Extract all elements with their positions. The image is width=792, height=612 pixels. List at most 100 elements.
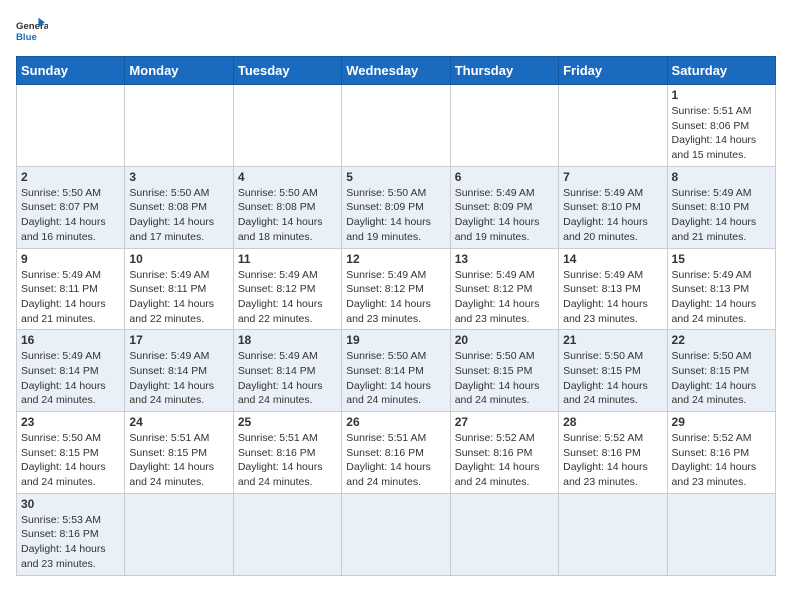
day-info: Sunrise: 5:49 AM Sunset: 8:13 PM Dayligh… [563, 268, 662, 327]
calendar-cell: 28 Sunrise: 5:52 AM Sunset: 8:16 PM Dayli… [559, 412, 667, 494]
day-number: 21 [563, 333, 662, 347]
day-info: Sunrise: 5:52 AM Sunset: 8:16 PM Dayligh… [455, 431, 554, 490]
day-number: 15 [672, 252, 771, 266]
calendar-week-row: 1 Sunrise: 5:51 AM Sunset: 8:06 PM Daylig… [17, 85, 776, 167]
calendar-cell: 16Sunrise: 5:49 AM Sunset: 8:14 PM Dayli… [17, 330, 125, 412]
calendar-cell [450, 493, 558, 575]
day-info: Sunrise: 5:52 AM Sunset: 8:16 PM Dayligh… [672, 431, 771, 490]
calendar-cell: 9 Sunrise: 5:49 AM Sunset: 8:11 PM Daylig… [17, 248, 125, 330]
day-number: 7 [563, 170, 662, 184]
calendar-cell [342, 85, 450, 167]
day-number: 8 [672, 170, 771, 184]
day-info: Sunrise: 5:50 AM Sunset: 8:15 PM Dayligh… [21, 431, 120, 490]
day-info: Sunrise: 5:53 AM Sunset: 8:16 PM Dayligh… [21, 513, 120, 572]
calendar-cell: 12 Sunrise: 5:49 AM Sunset: 8:12 PM Dayli… [342, 248, 450, 330]
page-header: GeneralBlue [16, 16, 776, 48]
calendar-week-row: 16Sunrise: 5:49 AM Sunset: 8:14 PM Dayli… [17, 330, 776, 412]
calendar-cell: 7 Sunrise: 5:49 AM Sunset: 8:10 PM Daylig… [559, 166, 667, 248]
day-info: Sunrise: 5:51 AM Sunset: 8:06 PM Dayligh… [672, 104, 771, 163]
day-info: Sunrise: 5:51 AM Sunset: 8:16 PM Dayligh… [346, 431, 445, 490]
day-info: Sunrise: 5:50 AM Sunset: 8:08 PM Dayligh… [238, 186, 337, 245]
calendar-header-sunday: Sunday [17, 57, 125, 85]
day-info: Sunrise: 5:49 AM Sunset: 8:11 PM Dayligh… [21, 268, 120, 327]
calendar-cell: 8 Sunrise: 5:49 AM Sunset: 8:10 PM Daylig… [667, 166, 775, 248]
calendar-cell: 20 Sunrise: 5:50 AM Sunset: 8:15 PM Dayli… [450, 330, 558, 412]
day-number: 27 [455, 415, 554, 429]
day-info: Sunrise: 5:49 AM Sunset: 8:11 PM Dayligh… [129, 268, 228, 327]
calendar-cell: 25 Sunrise: 5:51 AM Sunset: 8:16 PM Dayli… [233, 412, 341, 494]
calendar-cell [233, 493, 341, 575]
day-number: 2 [21, 170, 120, 184]
day-info: Sunrise: 5:50 AM Sunset: 8:14 PM Dayligh… [346, 349, 445, 408]
day-number: 5 [346, 170, 445, 184]
calendar-cell: 21 Sunrise: 5:50 AM Sunset: 8:15 PM Dayli… [559, 330, 667, 412]
day-info: Sunrise: 5:50 AM Sunset: 8:08 PM Dayligh… [129, 186, 228, 245]
calendar-cell: 23 Sunrise: 5:50 AM Sunset: 8:15 PM Dayli… [17, 412, 125, 494]
calendar-week-row: 9 Sunrise: 5:49 AM Sunset: 8:11 PM Daylig… [17, 248, 776, 330]
day-info: Sunrise: 5:49 AM Sunset: 8:10 PM Dayligh… [672, 186, 771, 245]
day-info: Sunrise: 5:50 AM Sunset: 8:15 PM Dayligh… [563, 349, 662, 408]
day-info: Sunrise: 5:50 AM Sunset: 8:07 PM Dayligh… [21, 186, 120, 245]
calendar-cell: 17Sunrise: 5:49 AM Sunset: 8:14 PM Dayli… [125, 330, 233, 412]
logo: GeneralBlue [16, 16, 48, 48]
calendar-week-row: 30Sunrise: 5:53 AM Sunset: 8:16 PM Dayli… [17, 493, 776, 575]
calendar-cell: 18Sunrise: 5:49 AM Sunset: 8:14 PM Dayli… [233, 330, 341, 412]
day-number: 23 [21, 415, 120, 429]
day-number: 4 [238, 170, 337, 184]
day-info: Sunrise: 5:49 AM Sunset: 8:12 PM Dayligh… [346, 268, 445, 327]
day-info: Sunrise: 5:50 AM Sunset: 8:15 PM Dayligh… [455, 349, 554, 408]
calendar-cell [342, 493, 450, 575]
calendar-cell: 22Sunrise: 5:50 AM Sunset: 8:15 PM Dayli… [667, 330, 775, 412]
calendar-cell [450, 85, 558, 167]
calendar-cell: 4 Sunrise: 5:50 AM Sunset: 8:08 PM Daylig… [233, 166, 341, 248]
calendar-cell [233, 85, 341, 167]
calendar-header-tuesday: Tuesday [233, 57, 341, 85]
day-info: Sunrise: 5:49 AM Sunset: 8:12 PM Dayligh… [238, 268, 337, 327]
day-number: 16 [21, 333, 120, 347]
calendar-cell: 3 Sunrise: 5:50 AM Sunset: 8:08 PM Daylig… [125, 166, 233, 248]
day-number: 10 [129, 252, 228, 266]
calendar-cell [17, 85, 125, 167]
day-info: Sunrise: 5:49 AM Sunset: 8:10 PM Dayligh… [563, 186, 662, 245]
calendar-cell: 30Sunrise: 5:53 AM Sunset: 8:16 PM Dayli… [17, 493, 125, 575]
calendar-cell [667, 493, 775, 575]
day-number: 17 [129, 333, 228, 347]
calendar-week-row: 2 Sunrise: 5:50 AM Sunset: 8:07 PM Daylig… [17, 166, 776, 248]
calendar-header-thursday: Thursday [450, 57, 558, 85]
day-info: Sunrise: 5:52 AM Sunset: 8:16 PM Dayligh… [563, 431, 662, 490]
calendar-cell: 1 Sunrise: 5:51 AM Sunset: 8:06 PM Daylig… [667, 85, 775, 167]
svg-text:Blue: Blue [16, 32, 37, 43]
day-number: 25 [238, 415, 337, 429]
calendar-cell: 6Sunrise: 5:49 AM Sunset: 8:09 PM Daylig… [450, 166, 558, 248]
calendar-cell [559, 85, 667, 167]
day-info: Sunrise: 5:50 AM Sunset: 8:09 PM Dayligh… [346, 186, 445, 245]
calendar-cell: 5 Sunrise: 5:50 AM Sunset: 8:09 PM Daylig… [342, 166, 450, 248]
calendar-header-row: SundayMondayTuesdayWednesdayThursdayFrid… [17, 57, 776, 85]
calendar-cell [125, 493, 233, 575]
day-info: Sunrise: 5:49 AM Sunset: 8:13 PM Dayligh… [672, 268, 771, 327]
day-info: Sunrise: 5:49 AM Sunset: 8:09 PM Dayligh… [455, 186, 554, 245]
calendar-cell: 29Sunrise: 5:52 AM Sunset: 8:16 PM Dayli… [667, 412, 775, 494]
calendar-cell: 15 Sunrise: 5:49 AM Sunset: 8:13 PM Dayli… [667, 248, 775, 330]
calendar-cell: 10 Sunrise: 5:49 AM Sunset: 8:11 PM Dayli… [125, 248, 233, 330]
day-number: 9 [21, 252, 120, 266]
day-info: Sunrise: 5:49 AM Sunset: 8:12 PM Dayligh… [455, 268, 554, 327]
day-number: 18 [238, 333, 337, 347]
calendar-cell [125, 85, 233, 167]
calendar-cell: 13 Sunrise: 5:49 AM Sunset: 8:12 PM Dayli… [450, 248, 558, 330]
day-info: Sunrise: 5:51 AM Sunset: 8:16 PM Dayligh… [238, 431, 337, 490]
day-number: 12 [346, 252, 445, 266]
day-number: 24 [129, 415, 228, 429]
day-number: 13 [455, 252, 554, 266]
calendar-cell: 19 Sunrise: 5:50 AM Sunset: 8:14 PM Dayli… [342, 330, 450, 412]
day-number: 28 [563, 415, 662, 429]
day-number: 1 [672, 88, 771, 102]
day-number: 11 [238, 252, 337, 266]
calendar-cell: 14Sunrise: 5:49 AM Sunset: 8:13 PM Dayli… [559, 248, 667, 330]
day-number: 20 [455, 333, 554, 347]
day-info: Sunrise: 5:50 AM Sunset: 8:15 PM Dayligh… [672, 349, 771, 408]
day-number: 19 [346, 333, 445, 347]
calendar-header-friday: Friday [559, 57, 667, 85]
calendar-week-row: 23 Sunrise: 5:50 AM Sunset: 8:15 PM Dayli… [17, 412, 776, 494]
day-number: 3 [129, 170, 228, 184]
